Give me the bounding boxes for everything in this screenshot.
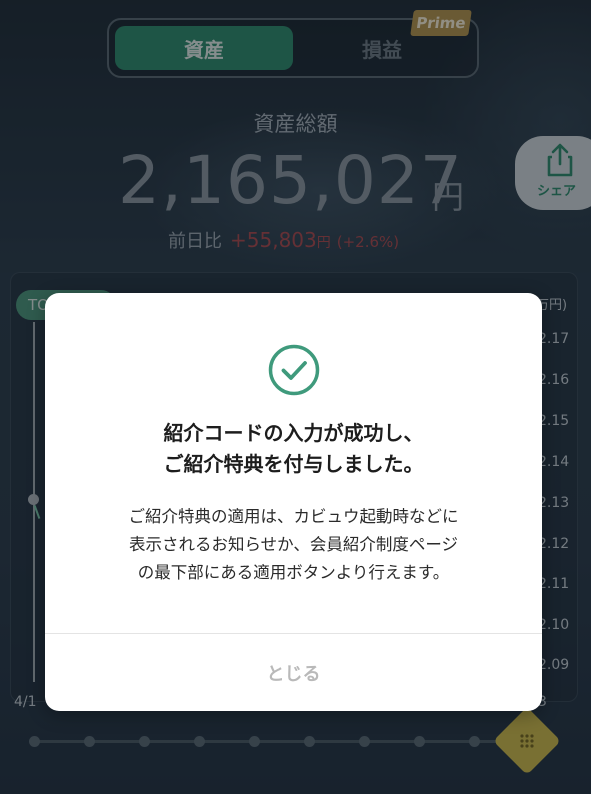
dialog-message-line: 表示されるお知らせか、会員紹介制度ページ [128, 535, 458, 554]
dialog-title: 紹介コードの入力が成功し、 ご紹介特典を付与しました。 [45, 418, 542, 480]
dialog-title-line: ご紹介特典を付与しました。 [163, 452, 424, 476]
check-circle-icon [268, 344, 320, 396]
dialog-message: ご紹介特典の適用は、カビュウ起動時などに 表示されるお知らせか、会員紹介制度ペー… [45, 503, 542, 587]
dialog-message-line: の最下部にある適用ボタンより行えます。 [137, 563, 450, 582]
close-button[interactable]: とじる [45, 634, 542, 711]
dialog-message-line: ご紹介特典の適用は、カビュウ起動時などに [128, 507, 459, 526]
referral-success-dialog: 紹介コードの入力が成功し、 ご紹介特典を付与しました。 ご紹介特典の適用は、カビ… [45, 293, 542, 711]
dialog-title-line: 紹介コードの入力が成功し、 [163, 421, 424, 445]
